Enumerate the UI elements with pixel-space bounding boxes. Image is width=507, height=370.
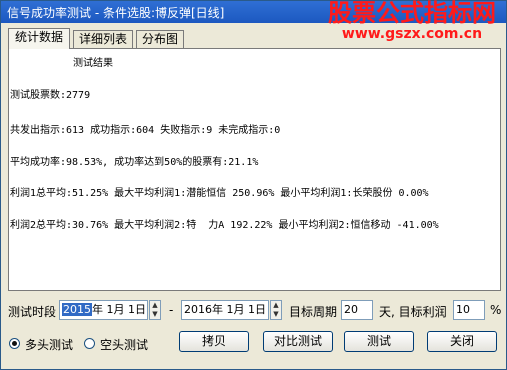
title-bar: 信号成功率测试 - 条件选股:博反弹[日线] 股票公式指标网 www.gszx.…	[1, 1, 506, 41]
start-date-spinner[interactable]: ▲ ▼	[149, 300, 161, 320]
period-label: 测试时段	[8, 305, 57, 319]
window-title: 信号成功率测试 - 条件选股:博反弹[日线]	[7, 6, 225, 20]
target-period-input[interactable]: 20	[341, 300, 373, 320]
result-line-success-rate: 平均成功率:98.53%, 成功率达到50%的股票有:21.1%	[10, 157, 259, 168]
end-date-spinner[interactable]: ▲ ▼	[270, 300, 282, 320]
tab-detail-list[interactable]: 详细列表	[73, 30, 133, 48]
result-line-signals: 共发出指示:613 成功指示:604 失败指示:9 未完成指示:0	[10, 125, 281, 136]
target-profit-input[interactable]: 10	[453, 300, 485, 320]
watermark-url-text: www.gszx.com.cn	[341, 26, 483, 42]
target-period-label: 目标周期	[289, 305, 338, 319]
start-date-year-selected: 2015	[62, 303, 92, 316]
date-range-dash: -	[169, 303, 174, 317]
results-panel: 测试结果 测试股票数:2779 共发出指示:613 成功指示:604 失败指示:…	[8, 48, 501, 291]
result-line-stock-count: 测试股票数:2779	[10, 90, 91, 101]
spin-down-icon[interactable]: ▼	[150, 310, 160, 319]
test-button[interactable]: 测试	[344, 331, 414, 352]
spin-up-icon[interactable]: ▲	[150, 301, 160, 310]
signal-success-rate-window: 信号成功率测试 - 条件选股:博反弹[日线] 股票公式指标网 www.gszx.…	[0, 0, 507, 370]
target-profit-label: 天, 目标利润	[379, 305, 447, 319]
start-date-rest: 年 1月 1日	[92, 303, 146, 316]
tab-distribution[interactable]: 分布图	[136, 30, 184, 48]
short-test-label[interactable]: 空头测试	[100, 336, 148, 353]
long-test-label[interactable]: 多头测试	[25, 336, 73, 353]
compare-test-button[interactable]: 对比测试	[263, 331, 333, 352]
watermark-logo: 股票公式指标网 www.gszx.com.cn	[328, 1, 496, 41]
results-heading: 测试结果	[73, 58, 113, 69]
end-date-picker[interactable]: 2016年 1月 1日	[181, 300, 269, 320]
long-test-radio[interactable]	[9, 338, 20, 349]
copy-button[interactable]: 拷贝	[179, 331, 249, 352]
percent-sign: %	[490, 303, 502, 317]
radio-selected-dot	[12, 341, 17, 346]
start-date-picker[interactable]: 2015年 1月 1日	[59, 300, 148, 320]
result-line-profit2: 利润2总平均:30.76% 最大平均利润2:特 力A 192.22% 最小平均利…	[10, 220, 439, 231]
spin-up-icon[interactable]: ▲	[271, 301, 281, 310]
close-button[interactable]: 关闭	[427, 331, 497, 352]
short-test-radio[interactable]	[84, 338, 95, 349]
tab-statistics[interactable]: 统计数据	[8, 28, 70, 49]
watermark-main-text: 股票公式指标网	[328, 0, 496, 27]
end-date-value: 2016年 1月 1日	[184, 303, 266, 316]
result-line-profit1: 利润1总平均:51.25% 最大平均利润1:潜能恒信 250.96% 最小平均利…	[10, 188, 429, 199]
spin-down-icon[interactable]: ▼	[271, 310, 281, 319]
